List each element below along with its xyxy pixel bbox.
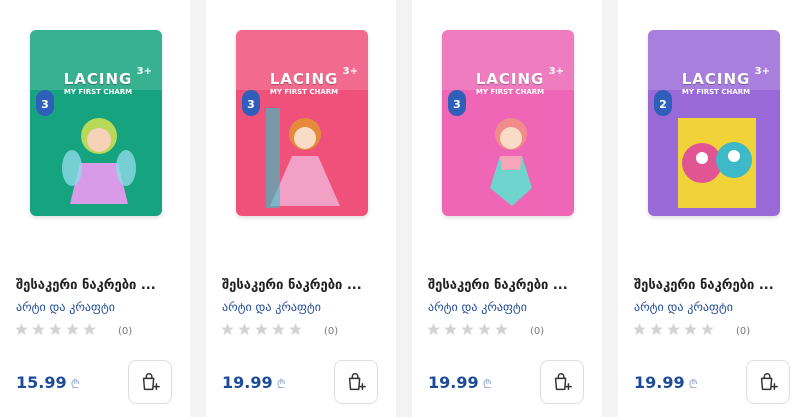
product-name[interactable]: შესაკერი ნაკრები ... [428, 278, 588, 293]
product-price: 19.99 ₾ [634, 373, 698, 392]
fairy-figure [62, 118, 136, 204]
add-to-cart-button[interactable] [128, 360, 172, 404]
product-image[interactable]: 3 3+ LACING MY FIRST CHARM [442, 30, 574, 216]
product-card[interactable]: 3 3+ LACING MY FIRST CHARM შესაკერი ნაკრ… [412, 0, 602, 417]
product-card[interactable]: 3 3+ LACING MY FIRST CHARM შესაკერი ნაკრ… [0, 0, 190, 417]
star-icon [444, 323, 457, 336]
mermaid-figure [490, 118, 532, 206]
star-icon [221, 323, 234, 336]
add-to-cart-icon [554, 373, 572, 391]
star-icon [495, 323, 508, 336]
product-brand[interactable]: არტი და კრაფტი [428, 300, 527, 314]
rating-stars [426, 322, 509, 337]
star-icon [650, 323, 663, 336]
product-name[interactable]: შესაკერი ნაკრები ... [16, 278, 176, 293]
rating-stars [14, 322, 97, 337]
star-icon [49, 323, 62, 336]
add-to-cart-button[interactable] [540, 360, 584, 404]
currency-symbol: ₾ [482, 377, 492, 391]
star-icon [255, 323, 268, 336]
review-count: (0) [324, 326, 339, 337]
product-card[interactable]: 2 3+ LACING MY FIRST CHARM შესაკერი ნაკრ… [618, 0, 807, 417]
review-count: (0) [736, 326, 751, 337]
star-icon [478, 323, 491, 336]
box-subtitle: MY FIRST CHARM [269, 88, 339, 96]
star-icon [684, 323, 697, 336]
price-value: 19.99 [222, 373, 273, 392]
product-name[interactable]: შესაკერი ნაკრები ... [222, 278, 382, 293]
product-image[interactable]: 3 3+ LACING MY FIRST CHARM [236, 30, 368, 216]
star-icon [32, 323, 45, 336]
price-value: 19.99 [634, 373, 685, 392]
product-image[interactable]: 3 3+ LACING MY FIRST CHARM [30, 30, 162, 216]
star-icon [238, 323, 251, 336]
product-card[interactable]: 3 3+ LACING MY FIRST CHARM შესაკერი ნაკრ… [206, 0, 396, 417]
product-image[interactable]: 2 3+ LACING MY FIRST CHARM [648, 30, 780, 216]
princess-figure [266, 108, 340, 208]
add-to-cart-icon [348, 373, 366, 391]
product-name[interactable]: შესაკერი ნაკრები ... [634, 278, 794, 293]
product-grid: 3 3+ LACING MY FIRST CHARM შესაკერი ნაკრ… [0, 0, 807, 417]
box-title: LACING [475, 70, 545, 88]
box-subtitle: MY FIRST CHARM [681, 88, 751, 96]
product-price: 15.99 ₾ [16, 373, 80, 392]
box-title: LACING [269, 70, 339, 88]
price-value: 15.99 [16, 373, 67, 392]
add-to-cart-icon [142, 373, 160, 391]
product-price: 19.99 ₾ [428, 373, 492, 392]
star-icon [701, 323, 714, 336]
star-icon [66, 323, 79, 336]
box-subtitle: MY FIRST CHARM [63, 88, 133, 96]
currency-symbol: ₾ [688, 377, 698, 391]
product-brand[interactable]: არტი და კრაფტი [222, 300, 321, 314]
monster-figure [678, 118, 756, 208]
rating-stars [220, 322, 303, 337]
star-icon [461, 323, 474, 336]
star-icon [667, 323, 680, 336]
box-title: LACING [63, 70, 133, 88]
currency-symbol: ₾ [70, 377, 80, 391]
review-count: (0) [530, 326, 545, 337]
rating-stars [632, 322, 715, 337]
product-brand[interactable]: არტი და კრაფტი [634, 300, 733, 314]
star-icon [427, 323, 440, 336]
box-subtitle: MY FIRST CHARM [475, 88, 545, 96]
add-to-cart-button[interactable] [746, 360, 790, 404]
add-to-cart-icon [760, 373, 778, 391]
star-icon [633, 323, 646, 336]
currency-symbol: ₾ [276, 377, 286, 391]
review-count: (0) [118, 326, 133, 337]
star-icon [272, 323, 285, 336]
star-icon [289, 323, 302, 336]
box-title: LACING [681, 70, 751, 88]
star-icon [83, 323, 96, 336]
product-brand[interactable]: არტი და კრაფტი [16, 300, 115, 314]
product-price: 19.99 ₾ [222, 373, 286, 392]
star-icon [15, 323, 28, 336]
add-to-cart-button[interactable] [334, 360, 378, 404]
price-value: 19.99 [428, 373, 479, 392]
